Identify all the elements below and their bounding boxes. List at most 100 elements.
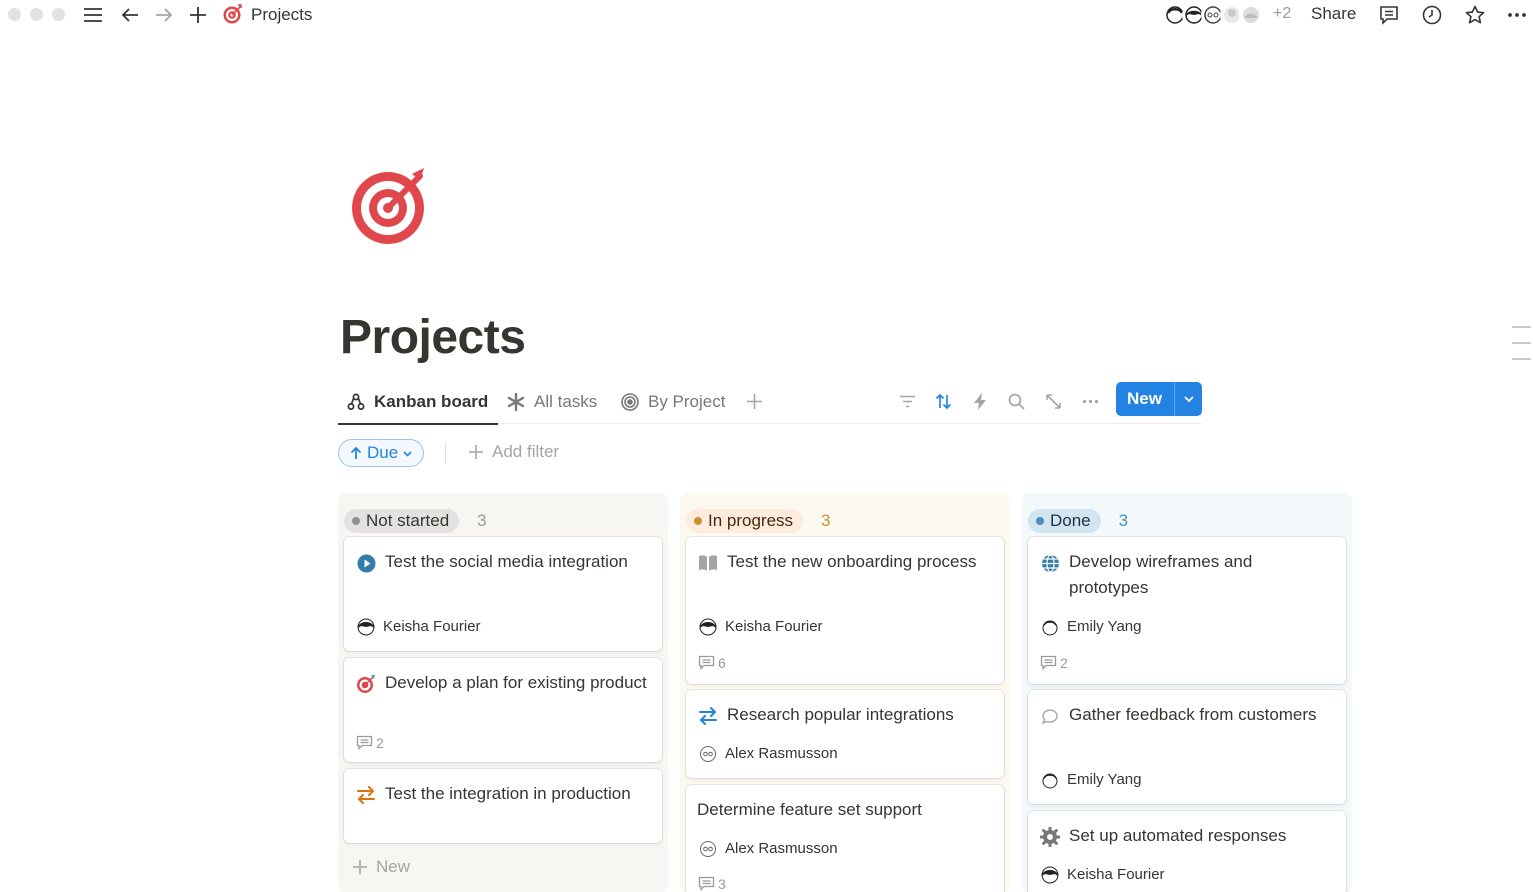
assignee-name: Emily Yang — [1067, 771, 1142, 788]
avatar — [698, 617, 717, 636]
status-dot — [1036, 517, 1044, 525]
more-view-options-icon[interactable] — [1078, 389, 1102, 413]
task-card[interactable]: Develop a plan for existing product 2 — [344, 658, 662, 762]
add-view-plus-icon[interactable] — [742, 389, 766, 413]
more-options-icon[interactable] — [1505, 3, 1529, 27]
assignee: Alex Rasmusson — [698, 839, 838, 858]
arrow-up-icon — [349, 446, 363, 460]
comment-count: 3 — [698, 876, 726, 892]
view-tabs: Kanban board All tasks By Project New — [338, 380, 1202, 425]
breadcrumb[interactable]: Projects — [222, 4, 312, 25]
task-card[interactable]: Test the social media integration Keisha… — [344, 537, 662, 651]
add-filter-button[interactable]: Add filter — [468, 442, 559, 462]
favorite-star-icon[interactable] — [1463, 3, 1487, 27]
add-filter-label: Add filter — [492, 442, 560, 461]
avatar — [1239, 3, 1263, 27]
forward-arrow-icon[interactable] — [152, 3, 176, 27]
column-header: In progress 3 — [686, 501, 1004, 541]
tab-label: All tasks — [534, 392, 598, 411]
card-title: Set up automated responses — [1069, 826, 1287, 845]
assignee: Keisha Fourier — [1040, 865, 1165, 884]
chevron-down-icon — [402, 448, 413, 459]
status-label: Done — [1050, 511, 1091, 530]
arrows-swap-icon — [356, 785, 376, 805]
top-bar: Projects +2 Share — [0, 0, 1533, 30]
tab-by-project[interactable]: By Project — [620, 380, 725, 424]
comment-icon — [698, 876, 715, 892]
play-circle-icon — [356, 553, 376, 573]
comment-count-value: 6 — [718, 655, 726, 671]
kanban-icon — [346, 392, 366, 412]
window-close-dot[interactable] — [8, 8, 21, 21]
card-title: Research popular integrations — [727, 705, 954, 724]
arrows-swap-icon — [698, 706, 718, 726]
assignee: Keisha Fourier — [356, 617, 481, 636]
filter-icon[interactable] — [895, 389, 919, 413]
board-column-in-progress: In progress 3 Test the new onboarding pr… — [680, 493, 1010, 892]
expand-icon[interactable] — [1041, 389, 1065, 413]
comments-icon[interactable] — [1377, 3, 1401, 27]
column-header: Not started 3 — [344, 501, 662, 541]
chevron-down-icon[interactable] — [1175, 393, 1202, 405]
breadcrumb-title: Projects — [251, 4, 313, 24]
task-card[interactable]: Develop wireframes and prototypes Emily … — [1028, 537, 1346, 684]
page-title[interactable]: Projects — [340, 310, 526, 365]
status-badge[interactable]: In progress — [686, 509, 804, 533]
comment-count-value: 2 — [376, 735, 384, 751]
page-icon-target[interactable] — [350, 166, 430, 246]
comment-count-value: 3 — [718, 876, 726, 892]
new-button[interactable]: New — [1116, 382, 1202, 416]
sort-icon[interactable] — [931, 389, 955, 413]
sort-due-pill[interactable]: Due — [338, 439, 425, 467]
new-button-label: New — [1127, 389, 1162, 408]
new-card-button[interactable]: New — [352, 857, 410, 877]
tab-kanban-board[interactable]: Kanban board — [338, 380, 499, 425]
page-outline[interactable] — [1512, 326, 1531, 374]
assignee-name: Keisha Fourier — [383, 618, 481, 635]
comment-count: 2 — [1040, 655, 1068, 671]
card-title: Gather feedback from customers — [1069, 705, 1317, 724]
plus-icon[interactable] — [186, 3, 210, 27]
menu-icon[interactable] — [81, 3, 105, 27]
share-button[interactable]: Share — [1311, 4, 1356, 24]
task-card[interactable]: Test the integration in production — [344, 769, 662, 843]
status-label: In progress — [708, 511, 794, 530]
search-icon[interactable] — [1004, 389, 1028, 413]
column-count: 3 — [477, 511, 487, 530]
task-card[interactable]: Set up automated responses Keisha Fourie… — [1028, 811, 1346, 892]
status-badge[interactable]: Not started — [344, 509, 460, 533]
card-title: Develop a plan for existing product — [385, 673, 647, 692]
task-card[interactable]: Research popular integrations Alex Rasmu… — [686, 690, 1004, 778]
status-dot — [694, 517, 702, 525]
task-card[interactable]: Test the new onboarding process Keisha F… — [686, 537, 1004, 684]
gear-icon — [1040, 827, 1060, 847]
back-arrow-icon[interactable] — [118, 3, 142, 27]
collaborators-extra-count[interactable]: +2 — [1273, 5, 1291, 23]
window-minimize-dot[interactable] — [30, 8, 43, 21]
new-card-label: New — [376, 857, 411, 876]
task-card[interactable]: Gather feedback from customers Emily Yan… — [1028, 690, 1346, 804]
column-count: 3 — [821, 511, 831, 530]
assignee-name: Keisha Fourier — [725, 618, 823, 635]
avatar — [1040, 770, 1059, 789]
sort-due-label: Due — [367, 443, 399, 462]
comment-icon — [1040, 655, 1057, 671]
window-zoom-dot[interactable] — [52, 8, 65, 21]
board-column-done: Done 3 Develop wireframes and prototypes… — [1022, 493, 1352, 892]
assignee: Emily Yang — [1040, 617, 1141, 636]
plus-icon — [352, 859, 368, 875]
book-icon — [698, 553, 718, 573]
status-badge[interactable]: Done — [1028, 509, 1101, 533]
tab-label: Kanban board — [374, 392, 489, 411]
history-clock-icon[interactable] — [1420, 3, 1444, 27]
target-icon — [356, 674, 376, 694]
comment-icon — [698, 655, 715, 671]
task-card[interactable]: Determine feature set support Alex Rasmu… — [686, 785, 1004, 892]
avatar — [698, 744, 717, 763]
comment-count: 2 — [356, 735, 384, 751]
automation-bolt-icon[interactable] — [968, 389, 992, 413]
column-count: 3 — [1118, 511, 1129, 530]
tab-all-tasks[interactable]: All tasks — [506, 380, 597, 424]
tab-label: By Project — [648, 392, 726, 411]
collaborator-avatars[interactable] — [1163, 2, 1263, 28]
